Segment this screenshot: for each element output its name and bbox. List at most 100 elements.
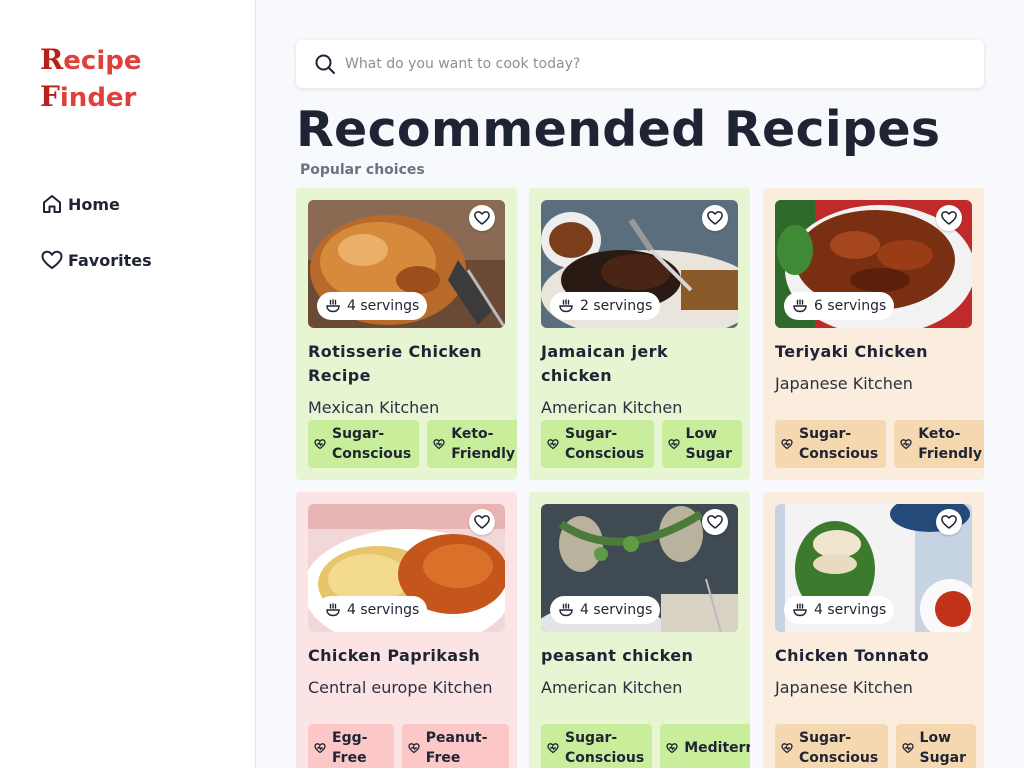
servings-badge: 4 servings (784, 596, 895, 624)
health-tag[interactable]: Low Sugar (895, 724, 976, 768)
health-tag-icon (314, 439, 326, 450)
health-tag-label: Sugar-Conscious (565, 426, 645, 462)
health-tag-icon (666, 743, 678, 754)
servings-badge: 4 servings (550, 596, 661, 624)
recipe-kitchen: Central europe Kitchen (308, 678, 493, 697)
recipe-image[interactable]: 6 servings (775, 200, 972, 328)
servings-icon (559, 299, 573, 313)
health-tags: Sugar-Conscious Mediterranean (541, 724, 750, 768)
recipe-image[interactable]: 4 servings (541, 504, 738, 632)
servings-label: 4 servings (347, 602, 420, 618)
recipe-name[interactable]: Chicken Tonnato (775, 644, 972, 668)
recipe-card[interactable]: 4 servings Chicken Paprikash Central europ… (296, 492, 517, 768)
health-tag[interactable]: Peanut-Free (401, 724, 509, 768)
health-tag-label: Mediterranean (684, 740, 750, 756)
health-tag[interactable]: Low Sugar (661, 420, 742, 468)
servings-label: 4 servings (347, 298, 420, 314)
favorite-button[interactable] (702, 205, 728, 231)
health-tag-label: Low Sugar (919, 730, 966, 766)
home-icon (43, 195, 61, 213)
health-tag[interactable]: Sugar-Conscious (775, 420, 887, 468)
heart-icon (41, 250, 63, 269)
servings-icon (326, 603, 340, 617)
health-tag-label: Keto-Friendly (918, 426, 982, 462)
favorite-button[interactable] (936, 509, 962, 535)
health-tag[interactable]: Sugar-Conscious (308, 420, 420, 468)
recipe-name[interactable]: Chicken Paprikash (308, 644, 505, 668)
health-tag-icon (781, 439, 793, 450)
favorite-button[interactable] (469, 509, 495, 535)
servings-icon (559, 603, 573, 617)
servings-badge: 2 servings (550, 292, 661, 320)
health-tag-icon (547, 439, 559, 450)
recipe-card[interactable]: 4 servings Rotisserie Chicken Recipe Mexic… (296, 188, 517, 480)
health-tag-icon (667, 439, 680, 450)
servings-badge: 4 servings (317, 292, 428, 320)
favorite-button[interactable] (936, 205, 962, 231)
health-tags: Sugar-Conscious Low Sugar (541, 420, 750, 468)
health-tag[interactable]: Sugar-Conscious (775, 724, 888, 768)
health-tag[interactable]: Sugar-Conscious (541, 724, 653, 768)
sidebar-item-favorites[interactable]: Favorites (40, 246, 152, 274)
health-tag-icon (900, 439, 912, 450)
health-tag-icon (547, 743, 559, 754)
recipe-card[interactable]: 4 servings peasant chicken American Kitche… (529, 492, 750, 768)
recipe-image[interactable]: 2 servings (541, 200, 738, 328)
health-tag[interactable]: Mediterranean (660, 724, 750, 768)
recipe-name[interactable]: peasant chicken (541, 644, 738, 668)
health-tag-icon (314, 743, 326, 754)
recipe-name[interactable]: Jamaican jerk chicken (541, 340, 738, 388)
servings-badge: 6 servings (784, 292, 895, 320)
health-tag-label: Keto-Friendly (451, 426, 515, 462)
sidebar-item-label: Home (68, 194, 120, 214)
servings-label: 4 servings (580, 602, 653, 618)
health-tag-label: Peanut-Free (425, 730, 488, 766)
sidebar-item-home[interactable]: Home (40, 190, 152, 218)
health-tags: Egg-Free Peanut-Free (308, 724, 517, 768)
heart-icon (941, 211, 957, 225)
health-tag[interactable]: Sugar-Conscious (541, 420, 654, 468)
servings-label: 4 servings (814, 602, 887, 618)
logo-text-2: inder (59, 83, 137, 113)
recipe-card[interactable]: 4 servings Chicken Tonnato Japanese Kitche… (763, 492, 984, 768)
servings-icon (326, 299, 340, 313)
health-tag[interactable]: Keto-Friendly (427, 420, 517, 468)
servings-icon (793, 299, 807, 313)
health-tag-label: Egg-Free (332, 730, 368, 766)
health-tag-label: Sugar-Conscious (332, 426, 412, 462)
sidebar-item-label: Favorites (68, 250, 152, 270)
favorite-button[interactable] (702, 509, 728, 535)
servings-label: 6 servings (814, 298, 887, 314)
logo-cap-r: R (40, 43, 64, 76)
recipe-image[interactable]: 4 servings (308, 504, 505, 632)
servings-icon (793, 603, 807, 617)
main-content: Recommended Recipes Popular choices 4 se… (296, 40, 984, 768)
recipe-card[interactable]: 6 servings Teriyaki Chicken Japanese Kitch… (763, 188, 984, 480)
search-input[interactable] (345, 56, 945, 72)
recipe-kitchen: American Kitchen (541, 678, 683, 697)
app-logo[interactable]: Recipe Finder (40, 42, 141, 116)
page-subtitle: Popular choices (300, 162, 425, 178)
health-tag-icon (433, 439, 445, 450)
logo-cap-f: F (40, 80, 60, 113)
health-tag-label: Low Sugar (685, 426, 732, 462)
recipe-card[interactable]: 2 servings Jamaican jerk chicken American … (529, 188, 750, 480)
health-tags: Sugar-Conscious Low Sugar (775, 724, 984, 768)
health-tag-label: Sugar-Conscious (565, 730, 645, 766)
recipe-name[interactable]: Rotisserie Chicken Recipe (308, 340, 505, 388)
health-tag[interactable]: Keto-Friendly (894, 420, 984, 468)
heart-icon (707, 211, 723, 225)
favorite-button[interactable] (469, 205, 495, 231)
recipe-kitchen: American Kitchen (541, 398, 683, 417)
servings-label: 2 servings (580, 298, 653, 314)
recipe-kitchen: Japanese Kitchen (775, 374, 913, 393)
health-tag[interactable]: Egg-Free (308, 724, 394, 768)
recipe-kitchen: Japanese Kitchen (775, 678, 913, 697)
health-tag-icon (408, 743, 420, 754)
heart-icon (474, 211, 490, 225)
recipe-name[interactable]: Teriyaki Chicken (775, 340, 972, 364)
health-tag-icon (901, 743, 914, 754)
recipe-image[interactable]: 4 servings (308, 200, 505, 328)
recipe-image[interactable]: 4 servings (775, 504, 972, 632)
search-bar[interactable] (296, 40, 984, 88)
